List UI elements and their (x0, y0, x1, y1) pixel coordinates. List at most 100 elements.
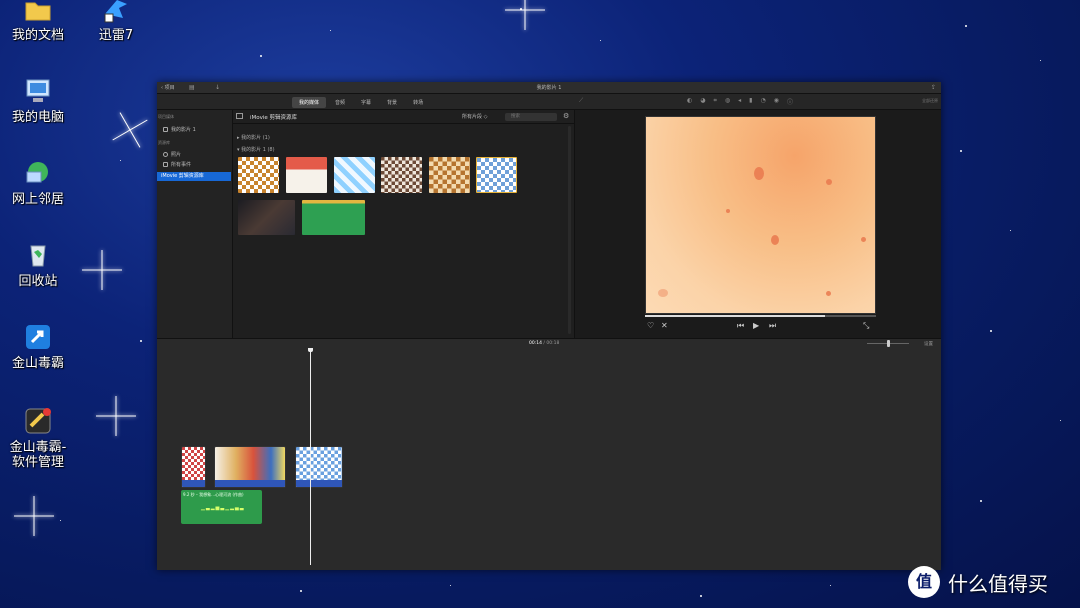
noise-reduction-icon[interactable]: ▮ (749, 97, 752, 106)
network-icon (23, 158, 53, 188)
toolbar: 我的媒体 音频 字幕 背景 转场 ⟋ ◐ ◕ ⌗ ◍ ◂ ▮ ◔ ◉ ⓘ 全部还… (157, 94, 941, 110)
media-thumbnail[interactable] (286, 157, 327, 193)
sidebar-item-imovie-library[interactable]: iMovie 剪辑资源库 (157, 172, 231, 181)
timeline-header: 00:14 / 00:18 设置 (157, 339, 941, 349)
desktop-icon-xunlei[interactable]: 迅雷7 (78, 0, 154, 43)
media-thumbnail[interactable] (334, 157, 375, 193)
gear-icon[interactable]: ⚙ (563, 112, 569, 120)
playback-progress[interactable] (645, 315, 876, 317)
fullscreen-icon[interactable]: ⤡ (863, 321, 869, 331)
clip-filter-select[interactable]: 所有片段 ◇ (462, 113, 487, 120)
sidebar-toggle-icon[interactable] (236, 113, 243, 119)
desktop-icon-my-documents[interactable]: 我的文档 (0, 0, 76, 43)
desktop-icon-network[interactable]: 网上邻居 (0, 158, 76, 207)
media-thumbnail[interactable] (429, 157, 470, 193)
desktop-icon-recycle-bin[interactable]: 回收站 (0, 240, 76, 289)
sidebar-item-label: 照片 (171, 152, 182, 158)
sidebar-item-project[interactable]: 我的影片 1 (163, 126, 196, 133)
browser-scrollbar[interactable] (568, 126, 571, 334)
sidebar-item-photos[interactable]: 照片 (163, 151, 181, 158)
desktop-icon-label: 金山毒霸 (11, 356, 64, 371)
watermark-text: 什么值得买 (948, 571, 1048, 596)
video-clip[interactable] (181, 446, 206, 488)
tab-transitions[interactable]: 转场 (406, 97, 430, 108)
filter-icon[interactable]: ◉ (774, 97, 779, 106)
clip-strip (215, 480, 285, 487)
stabilization-icon[interactable]: ◍ (725, 97, 730, 106)
video-clip[interactable] (295, 446, 343, 488)
color-correction-icon[interactable]: ◕ (700, 97, 705, 106)
preview-detail (754, 167, 764, 180)
desktop-icon-label: 我的文档 (11, 28, 64, 43)
desktop-icon-label: 回收站 (18, 274, 58, 289)
zoom-slider-knob[interactable] (887, 340, 890, 347)
tab-backgrounds[interactable]: 背景 (380, 97, 404, 108)
playhead[interactable] (308, 348, 313, 565)
video-preview[interactable] (645, 116, 876, 314)
reject-icon[interactable]: ✕ (661, 321, 668, 330)
timeline: 00:14 / 00:18 设置 9.2 秒 – 我想象…心理河流 (作曲) ▁… (157, 338, 941, 570)
video-clip[interactable] (214, 446, 286, 488)
folder-icon (23, 0, 53, 24)
audio-clip[interactable]: 9.2 秒 – 我想象…心理河流 (作曲) ▁▃▂▅▃▁▂▄▃ (181, 490, 262, 524)
favorite-heart-icon[interactable]: ♡ (647, 321, 654, 330)
window-title: 我的影片 1 (536, 85, 562, 91)
sparkle (96, 396, 136, 436)
timecode: 00:14 / 00:18 (529, 341, 559, 346)
media-thumbnail[interactable] (302, 200, 365, 235)
photos-icon (163, 152, 168, 157)
zoom-slider[interactable] (867, 340, 909, 347)
media-thumbnail[interactable] (238, 157, 279, 193)
skip-forward-icon[interactable]: ⏭ (769, 321, 776, 331)
crop-icon[interactable]: ⌗ (714, 97, 717, 106)
magic-wand-icon[interactable]: ⟋ (579, 97, 583, 105)
media-browser: iMovie 剪辑资源库 所有片段 ◇ 搜索 ⚙ ▸ 我的影片 (1) ▾ 我的… (233, 110, 575, 338)
sidebar-item-label: 所有事件 (171, 162, 192, 168)
search-input[interactable]: 搜索 (505, 113, 557, 121)
reset-all-button[interactable]: 全部还原 (922, 98, 938, 104)
play-icon[interactable]: ▶ (753, 321, 759, 330)
imovie-window: ‹ 项目 ▤ ↓ 我的影片 1 ⇪ 我的媒体 音频 字幕 背景 转场 ⟋ ◐ ◕… (157, 82, 941, 570)
clip-strip (182, 480, 205, 487)
desktop-icon-kingsoft[interactable]: 金山毒霸 (0, 322, 76, 371)
desktop-icon-label: 网上邻居 (11, 192, 64, 207)
browser-header: iMovie 剪辑资源库 所有片段 ◇ 搜索 ⚙ (233, 110, 574, 124)
events-icon (163, 162, 168, 167)
recycle-bin-icon (23, 240, 53, 270)
desktop-icon-label: 金山毒霸- 软件管理 (9, 440, 67, 470)
skip-back-icon[interactable]: ⏮ (737, 321, 744, 331)
volume-icon[interactable]: ◂ (738, 97, 741, 106)
share-icon[interactable]: ⇪ (931, 84, 936, 91)
total-time: 00:18 (546, 341, 560, 346)
tab-audio[interactable]: 音频 (328, 97, 352, 108)
playback-progress-fill (645, 315, 826, 317)
media-thumbnail[interactable] (476, 157, 517, 193)
speed-icon[interactable]: ◔ (760, 97, 765, 106)
media-thumbnail[interactable] (238, 200, 295, 235)
preview-detail (826, 291, 831, 296)
viewer: ♡ ✕ ⏮ ▶ ⏭ ⤡ (575, 110, 941, 338)
sparkle (82, 250, 122, 290)
computer-icon (23, 76, 53, 106)
desktop-icon-label: 我的电脑 (11, 110, 64, 125)
audio-clip-label: 9.2 秒 – 我想象…心理河流 (作曲) (183, 492, 244, 497)
group-my-movie-1[interactable]: ▾ 我的影片 1 (8) (237, 146, 275, 153)
desktop-icon-label: 迅雷7 (98, 28, 134, 43)
media-thumbnail[interactable] (381, 157, 422, 193)
group-my-movie[interactable]: ▸ 我的影片 (1) (237, 134, 270, 141)
watermark-logo: 值 (908, 566, 940, 598)
shield-arrow-icon (23, 322, 53, 352)
sidebar-item-all-events[interactable]: 所有事件 (163, 161, 191, 168)
sidebar-item-label: iMovie 剪辑资源库 (161, 173, 204, 179)
desktop-icon-kingsoft-software[interactable]: 金山毒霸- 软件管理 (0, 406, 76, 470)
adjustment-tools: ◐ ◕ ⌗ ◍ ◂ ▮ ◔ ◉ ⓘ (687, 97, 793, 106)
preview-detail (826, 179, 832, 185)
timecode-separator: / (543, 341, 545, 346)
tab-titles[interactable]: 字幕 (354, 97, 378, 108)
info-icon[interactable]: ⓘ (787, 97, 793, 106)
tab-my-media[interactable]: 我的媒体 (292, 97, 327, 108)
settings-button[interactable]: 设置 (924, 341, 933, 347)
color-balance-icon[interactable]: ◐ (687, 97, 692, 106)
desktop-icon-my-computer[interactable]: 我的电脑 (0, 76, 76, 125)
sparkle (103, 103, 158, 158)
